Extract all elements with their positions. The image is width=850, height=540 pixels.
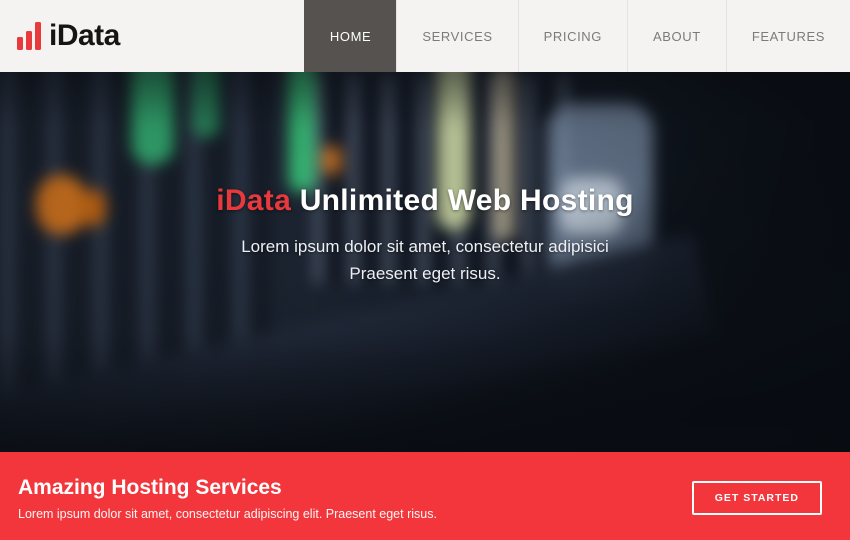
hero-section: iData Unlimited Web Hosting Lorem ipsum … bbox=[0, 72, 850, 452]
hero-subtitle-line2: Praesent eget risus. bbox=[349, 264, 500, 283]
hero-content: iData Unlimited Web Hosting Lorem ipsum … bbox=[0, 72, 850, 287]
nav-item-features[interactable]: FEATURES bbox=[726, 0, 850, 72]
hero-title-accent: iData bbox=[216, 184, 291, 217]
nav-item-pricing[interactable]: PRICING bbox=[518, 0, 627, 72]
nav-item-about[interactable]: ABOUT bbox=[627, 0, 726, 72]
hero-subtitle-line1: Lorem ipsum dolor sit amet, consectetur … bbox=[241, 237, 609, 256]
hero-title: iData Unlimited Web Hosting bbox=[0, 184, 850, 218]
header: iData HOME SERVICES PRICING ABOUT FEATUR… bbox=[0, 0, 850, 72]
hero-title-rest: Unlimited Web Hosting bbox=[300, 184, 634, 217]
get-started-button[interactable]: GET STARTED bbox=[692, 481, 822, 515]
main-nav: HOME SERVICES PRICING ABOUT FEATURES bbox=[304, 0, 850, 72]
cta-heading: Amazing Hosting Services bbox=[18, 476, 437, 500]
hero-subtitle: Lorem ipsum dolor sit amet, consectetur … bbox=[0, 233, 850, 287]
cta-text-block: Amazing Hosting Services Lorem ipsum dol… bbox=[18, 476, 437, 521]
nav-item-home[interactable]: HOME bbox=[304, 0, 396, 72]
bar-chart-icon bbox=[17, 22, 41, 50]
cta-banner: Amazing Hosting Services Lorem ipsum dol… bbox=[0, 452, 850, 540]
landing-page: iData HOME SERVICES PRICING ABOUT FEATUR… bbox=[0, 0, 850, 540]
cta-subtext: Lorem ipsum dolor sit amet, consectetur … bbox=[18, 507, 437, 521]
brand-name: iData bbox=[49, 19, 120, 53]
nav-item-services[interactable]: SERVICES bbox=[396, 0, 517, 72]
brand-logo[interactable]: iData bbox=[0, 0, 120, 72]
